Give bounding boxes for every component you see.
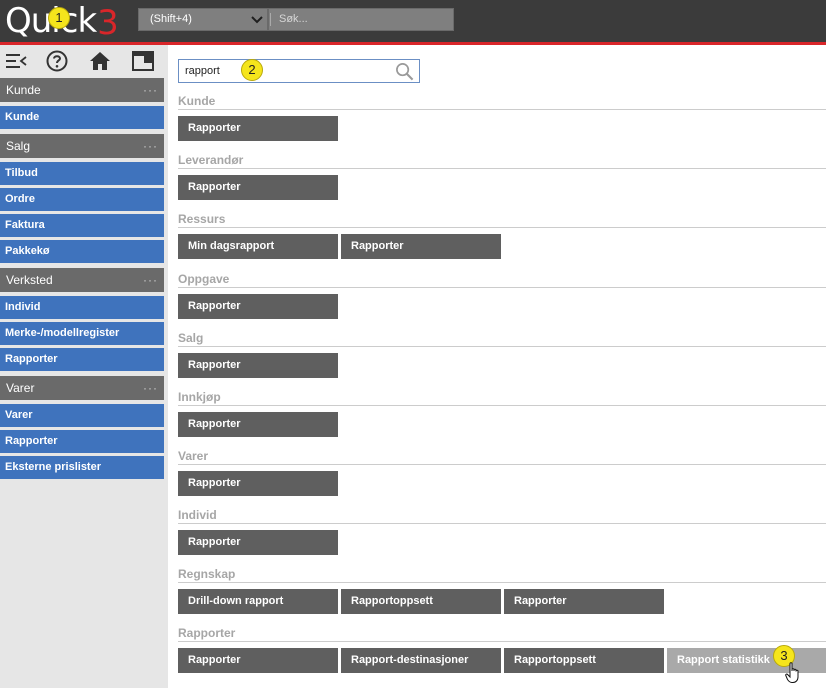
group-individ-title: Individ	[178, 506, 826, 524]
regnskap-rapporter-button[interactable]: Rapporter	[504, 589, 664, 614]
sidebar-item-eksterne-prislister[interactable]: Eksterne prislister	[0, 456, 164, 479]
regnskap-drill-down-rapport-button[interactable]: Drill-down rapport	[178, 589, 338, 614]
rapporter-rapporter-button[interactable]: Rapporter	[178, 648, 338, 673]
group-innkjop-title: Innkjøp	[178, 388, 826, 406]
callout-badge-1: 1	[48, 7, 70, 29]
leverandor-rapporter-button[interactable]: Rapporter	[178, 175, 338, 200]
kunde-rapporter-button[interactable]: Rapporter	[178, 116, 338, 141]
section-title: Varer	[6, 381, 35, 395]
main-content: rapport Kunde Rapporter Leverandør Rappo…	[178, 45, 826, 688]
sidebar-item-faktura[interactable]: Faktura	[0, 214, 164, 237]
sidebar-item-merke-modellregister[interactable]: Merke-/modellregister	[0, 322, 164, 345]
individ-rapporter-button[interactable]: Rapporter	[178, 530, 338, 555]
sidebar-section-varer[interactable]: Varer ···	[0, 376, 164, 400]
group-oppgave-title: Oppgave	[178, 270, 826, 288]
sidebar-item-ordre[interactable]: Ordre	[0, 188, 164, 211]
logo-number: 3	[97, 3, 119, 43]
collapse-menu-icon[interactable]	[4, 49, 28, 73]
window-icon[interactable]	[131, 49, 155, 73]
rapporter-rapport-destinasjoner-button[interactable]: Rapport-destinasjoner	[341, 648, 501, 673]
rapporter-rapportoppsett-button[interactable]: Rapportoppsett	[504, 648, 664, 673]
group-ressurs-title: Ressurs	[178, 210, 826, 228]
sidebar-section-salg[interactable]: Salg ···	[0, 134, 164, 158]
group-leverandor-title: Leverandør	[178, 151, 826, 169]
hand-cursor-icon	[785, 662, 799, 683]
sidebar-item-rapporter-verksted[interactable]: Rapporter	[0, 348, 164, 371]
sidebar: Kunde ··· Kunde Salg ··· Tilbud Ordre Fa…	[0, 45, 168, 688]
varer-rapporter-button[interactable]: Rapporter	[178, 471, 338, 496]
search-separator	[270, 13, 271, 26]
global-search-input[interactable]: Søk...	[268, 8, 454, 31]
group-salg-title: Salg	[178, 329, 826, 347]
section-title: Kunde	[6, 83, 41, 97]
more-icon[interactable]: ···	[143, 268, 158, 292]
search-icon[interactable]	[395, 62, 414, 81]
sidebar-toolbar	[0, 45, 168, 77]
chevron-down-icon	[251, 16, 263, 24]
sidebar-item-individ[interactable]: Individ	[0, 296, 164, 319]
innkjop-rapporter-button[interactable]: Rapporter	[178, 412, 338, 437]
ressurs-rapporter-button[interactable]: Rapporter	[341, 234, 501, 259]
callout-badge-2: 2	[241, 59, 263, 81]
sidebar-item-tilbud[interactable]: Tilbud	[0, 162, 164, 185]
section-title: Verksted	[6, 273, 53, 287]
sidebar-section-verksted[interactable]: Verksted ···	[0, 268, 164, 292]
sidebar-item-kunde[interactable]: Kunde	[0, 106, 164, 129]
home-icon[interactable]	[88, 49, 112, 73]
section-title: Salg	[6, 139, 31, 153]
sidebar-item-varer[interactable]: Varer	[0, 404, 164, 427]
sidebar-section-kunde[interactable]: Kunde ···	[0, 78, 164, 102]
regnskap-rapportoppsett-button[interactable]: Rapportoppsett	[341, 589, 501, 614]
menu-search-value: rapport	[185, 65, 220, 77]
more-icon[interactable]: ···	[143, 376, 158, 400]
more-icon[interactable]: ···	[143, 78, 158, 102]
salg-rapporter-button[interactable]: Rapporter	[178, 353, 338, 378]
menu-search-input[interactable]: rapport	[178, 59, 420, 83]
help-icon[interactable]	[45, 49, 69, 73]
group-rapporter-title: Rapporter	[178, 624, 826, 642]
ressurs-min-dagsrapport-button[interactable]: Min dagsrapport	[178, 234, 338, 259]
group-regnskap-title: Regnskap	[178, 565, 826, 583]
more-icon[interactable]: ···	[143, 134, 158, 158]
group-varer-title: Varer	[178, 447, 826, 465]
oppgave-rapporter-button[interactable]: Rapporter	[178, 294, 338, 319]
group-kunde-title: Kunde	[178, 92, 826, 110]
global-search-placeholder: Søk...	[279, 13, 308, 25]
sidebar-item-pakkeko[interactable]: Pakkekø	[0, 240, 164, 263]
sidebar-item-rapporter-varer[interactable]: Rapporter	[0, 430, 164, 453]
shortcut-label: (Shift+4)	[150, 13, 192, 25]
top-bar: Quick3 (Shift+4) Søk...	[0, 0, 826, 42]
shortcut-dropdown[interactable]: (Shift+4)	[138, 8, 268, 31]
